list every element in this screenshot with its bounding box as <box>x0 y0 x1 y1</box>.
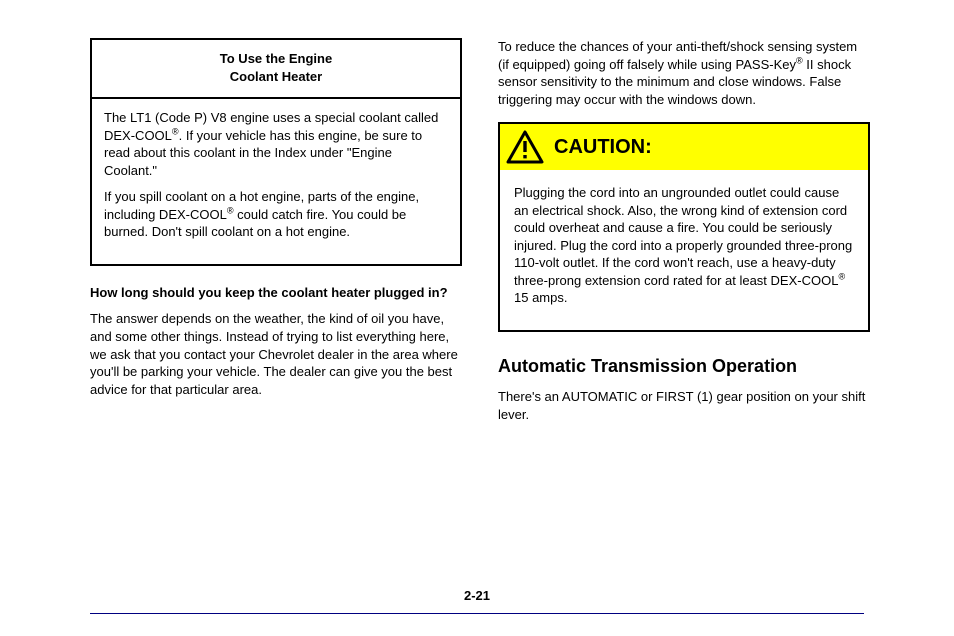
coolant-body-p1: The LT1 (Code P) V8 engine uses a specia… <box>104 109 448 179</box>
how-long-question: How long should you keep the coolant hea… <box>90 284 460 302</box>
warning-triangle-icon <box>506 130 544 164</box>
right-free-text-above: To reduce the chances of your anti-theft… <box>498 38 868 108</box>
auto-trans-paragraph: There's an AUTOMATIC or FIRST (1) gear p… <box>498 388 868 423</box>
registered-icon: ® <box>838 272 845 282</box>
how-long-answer: The answer depends on the weather, the k… <box>90 310 460 398</box>
caution-box: CAUTION: Plugging the cord into an ungro… <box>498 122 870 332</box>
caution-header: CAUTION: <box>500 124 868 170</box>
footer-rule <box>90 613 864 614</box>
coolant-body-p2: If you spill coolant on a hot engine, pa… <box>104 188 448 241</box>
left-column: To Use the Engine Coolant Heater The LT1… <box>90 38 460 407</box>
caution-label: CAUTION: <box>554 134 652 161</box>
how-long-question-text: How long should you keep the coolant hea… <box>90 285 448 300</box>
coolant-heater-box: To Use the Engine Coolant Heater The LT1… <box>90 38 462 266</box>
caution-body: Plugging the cord into an ungrounded out… <box>500 170 868 330</box>
coolant-heater-box-header: To Use the Engine Coolant Heater <box>92 40 460 99</box>
caution-paragraph: Plugging the cord into an ungrounded out… <box>514 184 854 307</box>
caution-post: 15 amps. <box>514 290 567 305</box>
coolant-header-line2: Coolant Heater <box>104 68 448 86</box>
registered-icon: ® <box>796 55 803 65</box>
page-number: 2-21 <box>90 587 864 605</box>
registered-icon: ® <box>227 206 234 216</box>
registered-icon: ® <box>172 126 179 136</box>
caution-pre: Plugging the cord into an ungrounded out… <box>514 185 852 288</box>
coolant-heater-box-body: The LT1 (Code P) V8 engine uses a specia… <box>92 99 460 264</box>
page: To Use the Engine Coolant Heater The LT1… <box>0 0 954 636</box>
left-free-text: How long should you keep the coolant hea… <box>90 284 460 398</box>
page-footer: 2-21 <box>90 587 864 614</box>
passkey-pre: To reduce the chances of your anti-theft… <box>498 39 857 72</box>
right-column: To reduce the chances of your anti-theft… <box>498 38 868 432</box>
passkey-paragraph: To reduce the chances of your anti-theft… <box>498 38 868 108</box>
coolant-header-line1: To Use the Engine <box>104 50 448 68</box>
auto-trans-title: Automatic Transmission Operation <box>498 354 868 378</box>
